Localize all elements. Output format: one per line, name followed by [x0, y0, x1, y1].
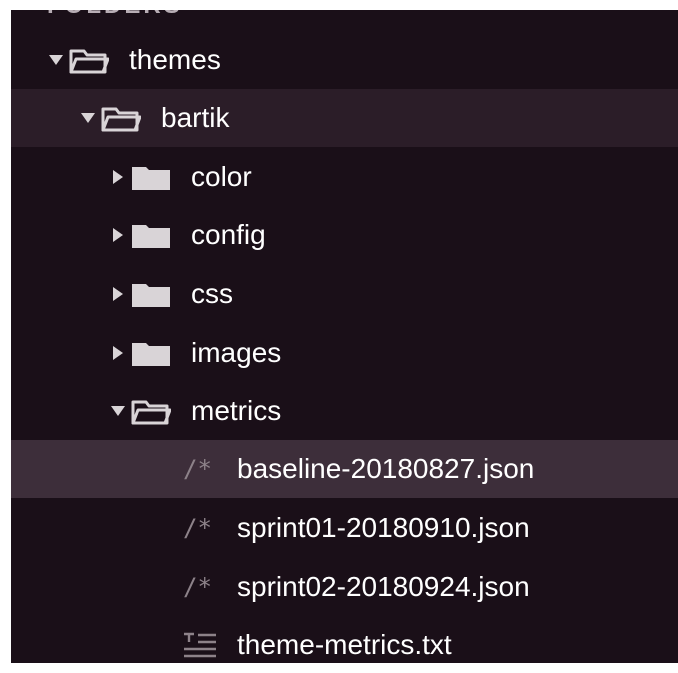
tree-item-css[interactable]: css: [11, 265, 678, 323]
chevron-right-icon[interactable]: [105, 148, 131, 206]
tree-item-label: images: [191, 337, 282, 368]
tree-item-sprint01-json[interactable]: /* sprint01-20180910.json: [11, 499, 678, 557]
folder-icon: [131, 148, 175, 206]
json-file-icon: /*: [183, 514, 212, 542]
chevron-down-icon[interactable]: [43, 31, 69, 89]
folder-open-icon: [101, 89, 145, 147]
tree-item-label: themes: [129, 44, 221, 75]
json-file-icon: /*: [183, 573, 212, 601]
json-file-icon: /*: [183, 455, 212, 483]
folder-open-icon: [69, 31, 113, 89]
folder-icon: [131, 206, 175, 264]
chevron-down-icon[interactable]: [75, 89, 101, 147]
tree-item-label: bartik: [161, 102, 230, 133]
tree-item-images[interactable]: images: [11, 324, 678, 382]
tree-item-label: sprint02-20180924.json: [237, 571, 530, 602]
chevron-right-icon[interactable]: [105, 324, 131, 382]
chevron-right-icon[interactable]: [105, 206, 131, 264]
tree-item-themes[interactable]: themes: [11, 31, 678, 89]
folder-open-icon: [131, 382, 175, 440]
tree-item-label: baseline-20180827.json: [237, 453, 535, 484]
tree-item-sprint02-json[interactable]: /* sprint02-20180924.json: [11, 558, 678, 616]
tree-item-color[interactable]: color: [11, 148, 678, 206]
sidebar-header: FOLDERS: [47, 10, 183, 20]
tree-item-metrics[interactable]: metrics: [11, 382, 678, 440]
tree-item-label: config: [191, 219, 266, 250]
folder-icon: [131, 324, 175, 382]
tree-item-label: metrics: [191, 395, 282, 426]
tree-item-label: css: [191, 278, 233, 309]
tree-item-baseline-json[interactable]: /* baseline-20180827.json: [11, 440, 678, 498]
folders-sidebar: FOLDERS themes bartik color: [11, 10, 678, 663]
tree-item-label: theme-metrics.txt: [237, 629, 452, 660]
tree-item-config[interactable]: config: [11, 206, 678, 264]
chevron-right-icon[interactable]: [105, 265, 131, 323]
text-file-icon: [183, 616, 223, 663]
folder-icon: [131, 265, 175, 323]
tree-item-label: sprint01-20180910.json: [237, 512, 530, 543]
tree-item-bartik[interactable]: bartik: [11, 89, 678, 147]
tree-item-label: color: [191, 161, 252, 192]
tree-item-theme-metrics-txt[interactable]: theme-metrics.txt: [11, 616, 678, 663]
chevron-down-icon[interactable]: [105, 382, 131, 440]
